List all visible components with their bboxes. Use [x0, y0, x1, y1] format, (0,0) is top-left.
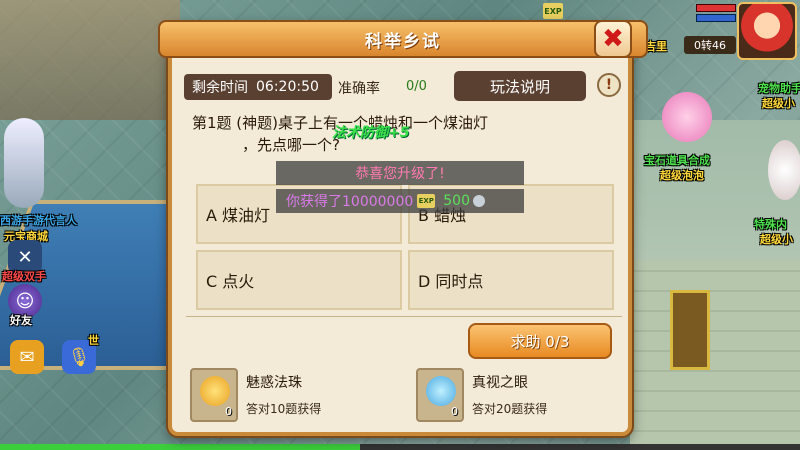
spokesperson-npc[interactable]	[4, 118, 44, 208]
reward-item-charm-orb[interactable]: 0 魅惑法珠 答对10题获得	[190, 368, 390, 424]
npc-label-pet-helper: 宠物助手	[758, 82, 800, 95]
npc-label-spokesperson: 西游手游代言人	[0, 214, 77, 227]
remaining-time: 剩余时间 06:20:50	[184, 74, 332, 100]
charm-orb-hint: 答对10题获得	[246, 402, 322, 416]
silver-coin-icon	[473, 195, 485, 207]
double-hand-label: 超级双手	[2, 270, 46, 283]
pet-helper-npc[interactable]	[662, 92, 712, 142]
exp-icon: EXP	[543, 3, 563, 19]
hp-bar	[696, 4, 736, 12]
player-level: 0转46	[684, 36, 736, 54]
npc-label-gem-merge: 宝石道具合成	[644, 154, 710, 167]
charm-orb-name: 魅惑法珠	[246, 375, 302, 391]
divider	[186, 316, 622, 317]
reward-amount: 500	[443, 193, 470, 209]
option-d[interactable]: D 同时点	[408, 250, 614, 310]
option-c[interactable]: C 点火	[196, 250, 402, 310]
accuracy-label: 准确率	[338, 81, 380, 97]
buff-popup: 法术防御+5	[332, 125, 410, 141]
exp-badge-icon: EXP	[417, 194, 436, 208]
help-button[interactable]: 求助 0/3	[468, 323, 612, 359]
map-label: 吉里	[645, 40, 667, 53]
reward-item-true-sight-eye[interactable]: 0 真视之眼 答对20题获得	[416, 368, 616, 424]
npc-label-special: 特殊内	[754, 218, 787, 231]
right-stairs	[630, 260, 800, 450]
time-value: 06:20:50	[256, 79, 319, 95]
palace-door	[670, 290, 710, 370]
reward-message: 你获得了10000000 EXP 500	[276, 189, 524, 213]
true-sight-eye-name: 真视之眼	[472, 375, 528, 391]
player-avatar[interactable]	[737, 2, 797, 60]
exam-dialog: 科举乡试 ✖ 剩余时间 06:20:50 准确率 0/0 玩法说明 ! 第1题 …	[158, 20, 648, 436]
palace-wall	[0, 0, 180, 120]
dialog-title: 科举乡试	[365, 31, 441, 52]
accuracy-value: 0/0	[406, 79, 427, 94]
mp-bar	[696, 14, 736, 22]
time-label: 剩余时间	[192, 80, 248, 96]
exp-progress-bar	[0, 444, 800, 450]
rules-button[interactable]: 玩法说明	[454, 71, 586, 101]
charm-orb-art	[200, 376, 230, 406]
chat-icon[interactable]: ✉	[10, 340, 44, 374]
true-sight-eye-hint: 答对20题获得	[472, 402, 548, 416]
friends-label: 好友	[10, 314, 32, 327]
charm-orb-count: 0	[225, 405, 232, 418]
true-sight-eye-count: 0	[451, 405, 458, 418]
npc-label-super-2: 超级小	[760, 233, 793, 246]
npc-label-super-1: 超级小	[762, 97, 795, 110]
world-channel-badge: 世	[88, 334, 99, 347]
info-icon[interactable]: !	[597, 73, 621, 97]
special-npc[interactable]	[768, 140, 800, 200]
true-sight-eye-art	[426, 376, 456, 406]
charm-orb-icon: 0	[190, 368, 238, 422]
close-button[interactable]: ✖	[594, 20, 632, 58]
true-sight-eye-icon: 0	[416, 368, 464, 422]
npc-label-super-bubble: 超级泡泡	[660, 169, 704, 182]
exp-progress-fill	[0, 444, 360, 450]
level-up-message: 恭喜您升级了!	[276, 161, 524, 185]
reward-prefix: 你获得了10000000	[286, 194, 414, 210]
dialog-title-bar: 科举乡试	[158, 20, 648, 58]
